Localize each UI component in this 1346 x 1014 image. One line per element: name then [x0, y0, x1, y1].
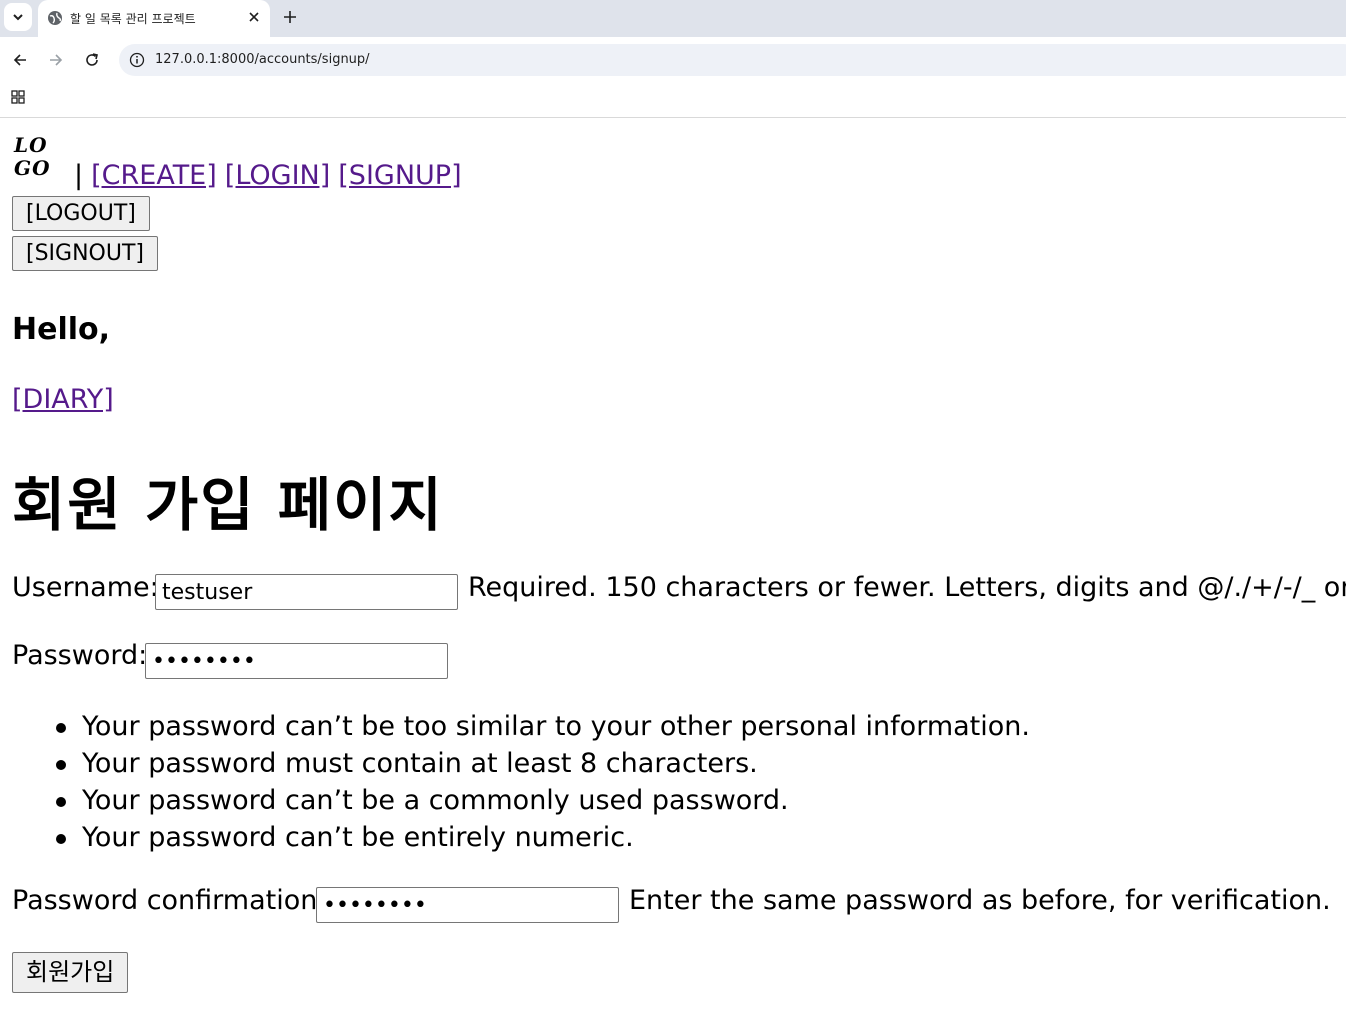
greeting: Hello,: [12, 312, 111, 347]
username-help-text: Required. 150 characters or fewer. Lette…: [468, 572, 1346, 603]
apps-grid-icon[interactable]: [10, 89, 26, 105]
password-confirmation-field[interactable]: [316, 887, 619, 923]
signout-button[interactable]: [SIGNOUT]: [12, 236, 158, 271]
browser-tab-bar: 할 일 목록 관리 프로젝트: [0, 0, 1346, 37]
list-item: Your password can’t be entirely numeric.: [56, 819, 1030, 856]
globe-icon: [48, 11, 62, 25]
username-field[interactable]: [155, 574, 458, 610]
bookmarks-bar: [0, 83, 1346, 118]
logout-button[interactable]: [LOGOUT]: [12, 196, 150, 231]
password-field[interactable]: [145, 643, 448, 679]
browser-tab-active[interactable]: 할 일 목록 관리 프로젝트: [38, 0, 270, 37]
page-content: LO GO | [CREATE] [LOGIN] [SIGNUP] [LOGOUT] …: [0, 118, 1346, 1014]
reload-icon[interactable]: [84, 52, 100, 68]
signup-submit-button[interactable]: 회원가입: [12, 952, 129, 993]
page-title: 회원 가입 페이지: [12, 471, 444, 539]
nav-separator: |: [74, 160, 84, 191]
password-label: Password:: [12, 640, 148, 671]
password-confirmation-label: Password confirmation:: [12, 885, 327, 916]
back-arrow-icon[interactable]: [12, 52, 28, 68]
address-bar[interactable]: 127.0.0.1:8000/accounts/signup/: [119, 44, 1346, 76]
signup-link[interactable]: [SIGNUP]: [338, 160, 461, 191]
tab-title: 할 일 목록 관리 프로젝트: [70, 12, 196, 26]
browser-toolbar: 127.0.0.1:8000/accounts/signup/: [0, 37, 1346, 83]
close-icon[interactable]: [246, 9, 262, 25]
list-item: Your password can’t be too similar to yo…: [56, 708, 1030, 745]
create-link[interactable]: [CREATE]: [91, 160, 217, 191]
list-item: Your password can’t be a commonly used p…: [56, 782, 1030, 819]
logo-line-1: LO: [14, 133, 48, 157]
site-info-icon[interactable]: [129, 52, 145, 68]
chevron-down-icon: [13, 14, 23, 21]
header-nav: | [CREATE] [LOGIN] [SIGNUP]: [74, 158, 462, 194]
password-rules-list: Your password can’t be too similar to yo…: [56, 708, 1030, 856]
logo: LO GO: [14, 134, 62, 180]
password-confirmation-help-text: Enter the same password as before, for v…: [629, 885, 1331, 916]
login-link[interactable]: [LOGIN]: [225, 160, 330, 191]
diary-link[interactable]: [DIARY]: [12, 384, 114, 415]
forward-arrow-icon[interactable]: [48, 52, 64, 68]
logo-line-2: GO: [14, 156, 51, 180]
tab-search-button[interactable]: [4, 3, 32, 31]
new-tab-plus-icon[interactable]: [282, 9, 298, 25]
username-label: Username:: [12, 572, 159, 603]
list-item: Your password must contain at least 8 ch…: [56, 745, 1030, 782]
url-text: 127.0.0.1:8000/accounts/signup/: [155, 52, 370, 67]
